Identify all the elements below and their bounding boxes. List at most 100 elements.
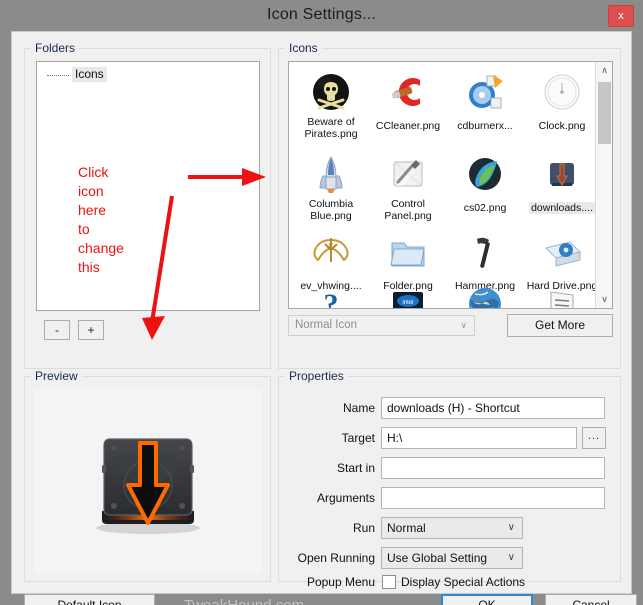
preview-area	[34, 388, 262, 573]
start-in-field[interactable]	[381, 457, 605, 479]
icon-item-label: Clock.png	[538, 120, 586, 132]
chevron-down-icon: ∨	[507, 522, 515, 533]
hard-drive-icon	[540, 230, 584, 274]
icon-item[interactable]: Clock.png	[524, 70, 600, 134]
control-panel-icon	[386, 152, 430, 196]
tree-connector-icon	[47, 75, 69, 76]
space-shuttle-icon	[309, 152, 353, 196]
chevron-down-icon: ∨	[507, 552, 515, 563]
icon-item[interactable]: downloads....	[524, 152, 600, 216]
skull-pirate-icon	[309, 70, 353, 114]
downloads-drive-icon	[540, 152, 584, 196]
open-running-row: Open Running	[279, 547, 375, 569]
ccleaner-icon	[386, 70, 430, 114]
open-running-select[interactable]: Use Global Setting ∨	[381, 547, 523, 569]
title-bar: Icon Settings... x	[0, 0, 643, 34]
icon-type-value: Normal Icon	[295, 319, 357, 331]
run-label: Run	[352, 521, 375, 535]
name-field[interactable]: downloads (H) - Shortcut	[381, 397, 605, 419]
scroll-down-icon[interactable]: ∨	[596, 291, 612, 308]
scroll-up-icon[interactable]: ∧	[596, 62, 612, 79]
folder-icon	[386, 230, 430, 274]
svg-text:E: E	[328, 242, 334, 252]
remove-folder-button[interactable]: -	[44, 320, 70, 340]
icon-item-label: CCleaner.png	[375, 120, 441, 132]
chevron-down-icon: ∨	[460, 320, 467, 330]
cd-burner-icon	[463, 70, 507, 114]
hammer-icon	[463, 230, 507, 274]
close-icon[interactable]: x	[608, 5, 634, 27]
name-label: Name	[342, 401, 375, 415]
run-value: Normal	[387, 521, 426, 535]
target-label: Target	[341, 431, 375, 445]
open-running-label: Open Running	[297, 551, 375, 565]
feather-sphere-icon	[463, 152, 507, 196]
ok-button[interactable]: OK	[441, 594, 533, 605]
folders-group: Folders Icons - +	[24, 41, 271, 369]
icon-item-label: Beware of Pirates.png	[304, 116, 358, 140]
icon-type-select[interactable]: Normal Icon ∨	[288, 315, 475, 336]
icon-item[interactable]	[447, 282, 523, 308]
preview-group-label: Preview	[31, 369, 82, 383]
display-special-actions-checkbox[interactable]	[382, 575, 396, 589]
icons-group: Icons Beware of Pirates.png CCleaner.png c…	[278, 41, 621, 369]
folders-tree[interactable]: Icons	[36, 61, 260, 311]
popup-menu-label: Popup Menu	[306, 575, 375, 589]
cancel-button[interactable]: Cancel	[545, 594, 637, 605]
icon-item[interactable]: ?	[293, 282, 369, 309]
arguments-row: Arguments	[289, 487, 375, 509]
dialog-body: Folders Icons - + Icons Beware of Pirate…	[11, 31, 637, 605]
clock-icon	[540, 70, 584, 114]
default-icon-button[interactable]: Default Icon	[24, 594, 155, 605]
question-mark-icon: ?	[309, 282, 353, 309]
properties-group-label: Properties	[285, 369, 348, 383]
watermark: TweakHound.com	[184, 597, 304, 605]
window-frame: Icon Settings... x Folders Icons - + Ico…	[0, 0, 643, 605]
tree-item-label: Icons	[72, 67, 107, 82]
target-row: Target	[289, 427, 375, 449]
icon-item-label: Columbia Blue.png	[308, 198, 354, 222]
display-special-actions-label: Display Special Actions	[401, 575, 526, 589]
name-row: Name	[289, 397, 375, 419]
preview-group: Preview	[24, 369, 271, 582]
icon-item[interactable]: cdburnerx...	[447, 70, 523, 134]
start-in-label: Start in	[336, 461, 375, 475]
icon-item-label: Control Panel.png	[384, 198, 432, 222]
svg-text:intel: intel	[402, 300, 413, 306]
add-folder-button[interactable]: +	[78, 320, 104, 340]
downloads-drive-icon	[90, 425, 206, 537]
run-row: Run	[289, 517, 375, 539]
screenshot-root: Icon Settings... x Folders Icons - + Ico…	[0, 0, 643, 605]
icon-item[interactable]: Columbia Blue.png	[293, 152, 369, 224]
icons-group-label: Icons	[285, 41, 322, 55]
scrollbar-thumb[interactable]	[598, 82, 611, 144]
icon-item[interactable]: Beware of Pirates.png	[293, 70, 369, 142]
intel-ssd-icon: intelSolid-State	[386, 282, 430, 308]
folders-group-label: Folders	[31, 41, 80, 55]
icon-item-label: downloads....	[529, 202, 595, 214]
browse-target-button[interactable]: ...	[582, 427, 606, 449]
icons-grid: Beware of Pirates.png CCleaner.png cdburne…	[289, 62, 597, 309]
icon-item[interactable]	[524, 282, 600, 308]
icon-item[interactable]: CCleaner.png	[370, 70, 446, 134]
icon-item[interactable]: Control Panel.png	[370, 152, 446, 224]
wings-emblem-icon: E	[309, 230, 353, 274]
icons-list[interactable]: Beware of Pirates.png CCleaner.png cdburne…	[288, 61, 613, 309]
properties-group: Properties Name downloads (H) - Shortcut…	[278, 369, 621, 589]
svg-text:?: ?	[324, 288, 339, 309]
get-more-button[interactable]: Get More	[507, 314, 613, 337]
window-title: Icon Settings...	[266, 6, 377, 23]
globe-internet-icon	[463, 282, 507, 308]
icon-item[interactable]: intelSolid-State	[370, 282, 446, 308]
document-icon	[540, 282, 584, 308]
tree-item-icons[interactable]: Icons	[47, 67, 107, 82]
icon-item-label: cdburnerx...	[457, 120, 513, 132]
arguments-field[interactable]	[381, 487, 605, 509]
icons-scrollbar[interactable]: ∧ ∨	[595, 62, 612, 308]
popup-menu-row: Popup Menu	[285, 571, 375, 593]
arguments-label: Arguments	[316, 491, 375, 505]
icon-item[interactable]: cs02.png	[447, 152, 523, 216]
target-field[interactable]: H:\	[381, 427, 577, 449]
run-select[interactable]: Normal ∨	[381, 517, 523, 539]
open-running-value: Use Global Setting	[387, 551, 488, 565]
